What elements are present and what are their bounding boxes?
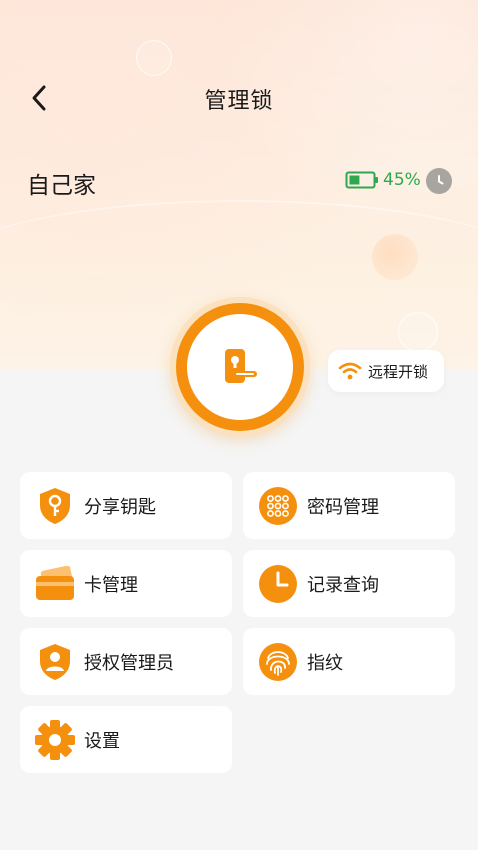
history-clock-button[interactable] [426, 168, 452, 194]
menu-authorize-admin[interactable]: 授权管理员 [20, 628, 232, 695]
menu-card-management[interactable]: 卡管理 [20, 550, 232, 617]
menu-label: 设置 [84, 730, 120, 752]
gear-icon [34, 719, 76, 761]
remote-unlock-button[interactable]: 远程开锁 [328, 350, 444, 392]
clock-icon [438, 175, 444, 185]
keypad-icon [257, 485, 299, 527]
battery-percent: 45% [383, 170, 421, 190]
unlock-button[interactable] [187, 314, 293, 420]
menu-label: 记录查询 [307, 574, 379, 596]
menu-settings[interactable]: 设置 [20, 706, 232, 773]
home-name: 自己家 [27, 173, 96, 199]
card-icon [34, 563, 76, 605]
door-lock-icon [225, 349, 257, 383]
decor-bubble [136, 40, 172, 76]
fingerprint-icon [257, 641, 299, 683]
remote-unlock-label: 远程开锁 [368, 362, 429, 381]
admin-shield-icon [34, 641, 76, 683]
menu-label: 授权管理员 [84, 652, 174, 674]
battery-status: 45% [345, 170, 421, 190]
menu-fingerprint[interactable]: 指纹 [243, 628, 455, 695]
menu-label: 密码管理 [307, 496, 379, 518]
menu-share-key[interactable]: 分享钥匙 [20, 472, 232, 539]
wifi-icon [338, 362, 362, 380]
menu-label: 指纹 [307, 652, 343, 674]
key-shield-icon [34, 485, 76, 527]
menu-label: 分享钥匙 [84, 496, 156, 518]
menu-password-management[interactable]: 密码管理 [243, 472, 455, 539]
decor-bubble [372, 234, 418, 280]
decor-bubble [398, 312, 438, 352]
page-title: 管理锁 [204, 89, 274, 114]
menu-record-query[interactable]: 记录查询 [243, 550, 455, 617]
battery-icon [345, 171, 378, 189]
menu-label: 卡管理 [84, 574, 138, 596]
clock-icon [257, 563, 299, 605]
